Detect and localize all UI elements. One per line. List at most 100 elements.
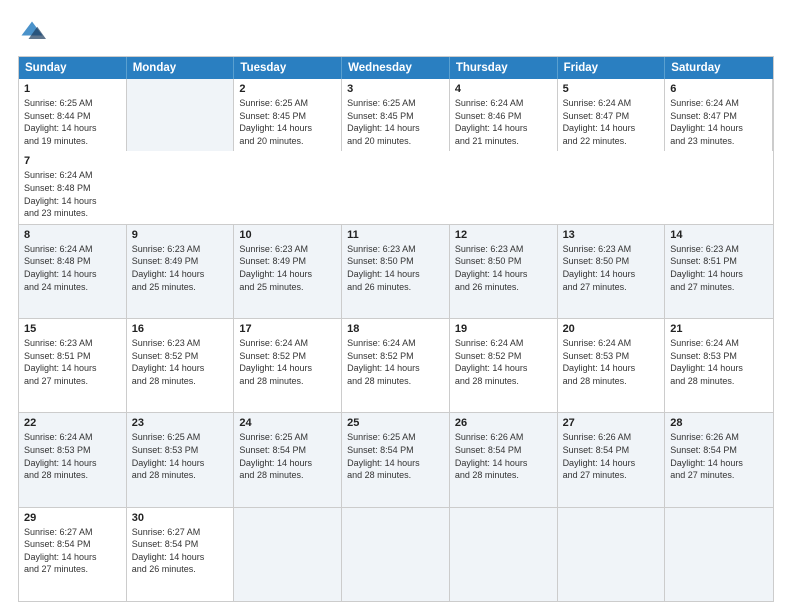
cell-line: and 28 minutes. bbox=[670, 375, 768, 388]
cell-line: and 26 minutes. bbox=[132, 563, 229, 576]
header-cell-friday: Friday bbox=[558, 57, 666, 79]
cell-line: Sunset: 8:48 PM bbox=[24, 182, 122, 195]
cal-cell-day-30: 30Sunrise: 6:27 AMSunset: 8:54 PMDayligh… bbox=[127, 508, 235, 601]
cell-line: and 26 minutes. bbox=[455, 281, 552, 294]
cal-cell-day-empty-3-4 bbox=[450, 508, 558, 601]
cal-cell-day-7: 7Sunrise: 6:24 AMSunset: 8:48 PMDaylight… bbox=[19, 151, 127, 223]
day-num: 18 bbox=[347, 323, 444, 335]
cal-cell-day-empty-3-6 bbox=[665, 508, 773, 601]
cell-line: and 28 minutes. bbox=[239, 469, 336, 482]
cell-line: Daylight: 14 hours bbox=[132, 551, 229, 564]
calendar: SundayMondayTuesdayWednesdayThursdayFrid… bbox=[18, 56, 774, 602]
cell-line: Sunset: 8:49 PM bbox=[132, 255, 229, 268]
cell-line: Sunrise: 6:24 AM bbox=[563, 337, 660, 350]
cell-line: Sunset: 8:54 PM bbox=[239, 444, 336, 457]
cell-line: and 27 minutes. bbox=[670, 469, 768, 482]
cell-line: Sunrise: 6:26 AM bbox=[563, 431, 660, 444]
cell-line: Daylight: 14 hours bbox=[670, 122, 767, 135]
cell-line: Sunset: 8:47 PM bbox=[670, 110, 767, 123]
cell-line: and 27 minutes. bbox=[563, 281, 660, 294]
cell-line: Sunrise: 6:23 AM bbox=[132, 337, 229, 350]
cell-line: Daylight: 14 hours bbox=[239, 122, 336, 135]
cell-line: Sunrise: 6:26 AM bbox=[455, 431, 552, 444]
cell-line: Daylight: 14 hours bbox=[347, 362, 444, 375]
cell-line: Sunset: 8:45 PM bbox=[239, 110, 336, 123]
cell-line: Sunrise: 6:24 AM bbox=[455, 337, 552, 350]
cal-cell-day-19: 19Sunrise: 6:24 AMSunset: 8:52 PMDayligh… bbox=[450, 319, 558, 412]
cell-line: Daylight: 14 hours bbox=[347, 268, 444, 281]
cell-line: Daylight: 14 hours bbox=[24, 551, 121, 564]
cell-line: Daylight: 14 hours bbox=[670, 268, 768, 281]
cell-line: Daylight: 14 hours bbox=[670, 457, 768, 470]
cell-line: Daylight: 14 hours bbox=[239, 457, 336, 470]
cell-line: Daylight: 14 hours bbox=[24, 122, 121, 135]
cell-line: Sunrise: 6:25 AM bbox=[347, 97, 444, 110]
cell-line: Sunset: 8:50 PM bbox=[347, 255, 444, 268]
cell-line: Daylight: 14 hours bbox=[132, 457, 229, 470]
cell-line: Sunset: 8:48 PM bbox=[24, 255, 121, 268]
cell-line: Sunset: 8:49 PM bbox=[239, 255, 336, 268]
header-cell-saturday: Saturday bbox=[665, 57, 773, 79]
cell-line: Sunrise: 6:24 AM bbox=[347, 337, 444, 350]
cell-line: Sunset: 8:44 PM bbox=[24, 110, 121, 123]
cell-line: Daylight: 14 hours bbox=[455, 122, 552, 135]
cal-cell-day-empty-3-2 bbox=[234, 508, 342, 601]
cal-cell-day-1: 1Sunrise: 6:25 AMSunset: 8:44 PMDaylight… bbox=[19, 79, 127, 151]
cell-line: Sunrise: 6:24 AM bbox=[670, 97, 767, 110]
cal-cell-day-26: 26Sunrise: 6:26 AMSunset: 8:54 PMDayligh… bbox=[450, 413, 558, 506]
cell-line: Daylight: 14 hours bbox=[563, 122, 660, 135]
cal-cell-day-21: 21Sunrise: 6:24 AMSunset: 8:53 PMDayligh… bbox=[665, 319, 773, 412]
cell-line: and 28 minutes. bbox=[347, 469, 444, 482]
cell-line: Daylight: 14 hours bbox=[24, 362, 121, 375]
cell-line: and 24 minutes. bbox=[24, 281, 121, 294]
cell-line: and 19 minutes. bbox=[24, 135, 121, 148]
cell-line: Sunrise: 6:24 AM bbox=[670, 337, 768, 350]
day-num: 5 bbox=[563, 83, 660, 95]
cell-line: Sunset: 8:51 PM bbox=[670, 255, 768, 268]
cal-cell-day-16: 16Sunrise: 6:23 AMSunset: 8:52 PMDayligh… bbox=[127, 319, 235, 412]
cell-line: Sunrise: 6:23 AM bbox=[347, 243, 444, 256]
cell-line: Daylight: 14 hours bbox=[347, 457, 444, 470]
cell-line: Daylight: 14 hours bbox=[347, 122, 444, 135]
cal-cell-day-17: 17Sunrise: 6:24 AMSunset: 8:52 PMDayligh… bbox=[234, 319, 342, 412]
cal-cell-day-5: 5Sunrise: 6:24 AMSunset: 8:47 PMDaylight… bbox=[558, 79, 666, 151]
cell-line: and 23 minutes. bbox=[24, 207, 122, 220]
cell-line: Sunset: 8:50 PM bbox=[563, 255, 660, 268]
cell-line: and 28 minutes. bbox=[24, 469, 121, 482]
cell-line: Sunrise: 6:23 AM bbox=[670, 243, 768, 256]
cal-cell-day-4: 4Sunrise: 6:24 AMSunset: 8:46 PMDaylight… bbox=[450, 79, 558, 151]
cell-line: Sunset: 8:47 PM bbox=[563, 110, 660, 123]
cal-cell-day-empty-3-5 bbox=[558, 508, 666, 601]
calendar-week-3: 15Sunrise: 6:23 AMSunset: 8:51 PMDayligh… bbox=[19, 319, 773, 413]
day-num: 24 bbox=[239, 417, 336, 429]
calendar-header: SundayMondayTuesdayWednesdayThursdayFrid… bbox=[19, 57, 773, 79]
day-num: 16 bbox=[132, 323, 229, 335]
cell-line: Sunset: 8:52 PM bbox=[239, 350, 336, 363]
cell-line: Daylight: 14 hours bbox=[563, 362, 660, 375]
cal-cell-day-28: 28Sunrise: 6:26 AMSunset: 8:54 PMDayligh… bbox=[665, 413, 773, 506]
cell-line: Daylight: 14 hours bbox=[24, 195, 122, 208]
cell-line: and 27 minutes. bbox=[24, 375, 121, 388]
cell-line: and 25 minutes. bbox=[239, 281, 336, 294]
cell-line: and 26 minutes. bbox=[347, 281, 444, 294]
cell-line: and 23 minutes. bbox=[670, 135, 767, 148]
cal-cell-day-12: 12Sunrise: 6:23 AMSunset: 8:50 PMDayligh… bbox=[450, 225, 558, 318]
calendar-week-4: 22Sunrise: 6:24 AMSunset: 8:53 PMDayligh… bbox=[19, 413, 773, 507]
cell-line: Daylight: 14 hours bbox=[239, 362, 336, 375]
cell-line: Sunset: 8:54 PM bbox=[132, 538, 229, 551]
cell-line: Daylight: 14 hours bbox=[132, 362, 229, 375]
day-num: 11 bbox=[347, 229, 444, 241]
cal-cell-day-29: 29Sunrise: 6:27 AMSunset: 8:54 PMDayligh… bbox=[19, 508, 127, 601]
cell-line: and 27 minutes. bbox=[670, 281, 768, 294]
cell-line: Daylight: 14 hours bbox=[455, 268, 552, 281]
cell-line: and 27 minutes. bbox=[24, 563, 121, 576]
cal-cell-day-3: 3Sunrise: 6:25 AMSunset: 8:45 PMDaylight… bbox=[342, 79, 450, 151]
cal-cell-day-22: 22Sunrise: 6:24 AMSunset: 8:53 PMDayligh… bbox=[19, 413, 127, 506]
day-num: 26 bbox=[455, 417, 552, 429]
cell-line: Sunrise: 6:25 AM bbox=[24, 97, 121, 110]
cal-cell-day-15: 15Sunrise: 6:23 AMSunset: 8:51 PMDayligh… bbox=[19, 319, 127, 412]
day-num: 23 bbox=[132, 417, 229, 429]
cell-line: and 28 minutes. bbox=[347, 375, 444, 388]
cal-cell-day-23: 23Sunrise: 6:25 AMSunset: 8:53 PMDayligh… bbox=[127, 413, 235, 506]
cell-line: and 28 minutes. bbox=[563, 375, 660, 388]
